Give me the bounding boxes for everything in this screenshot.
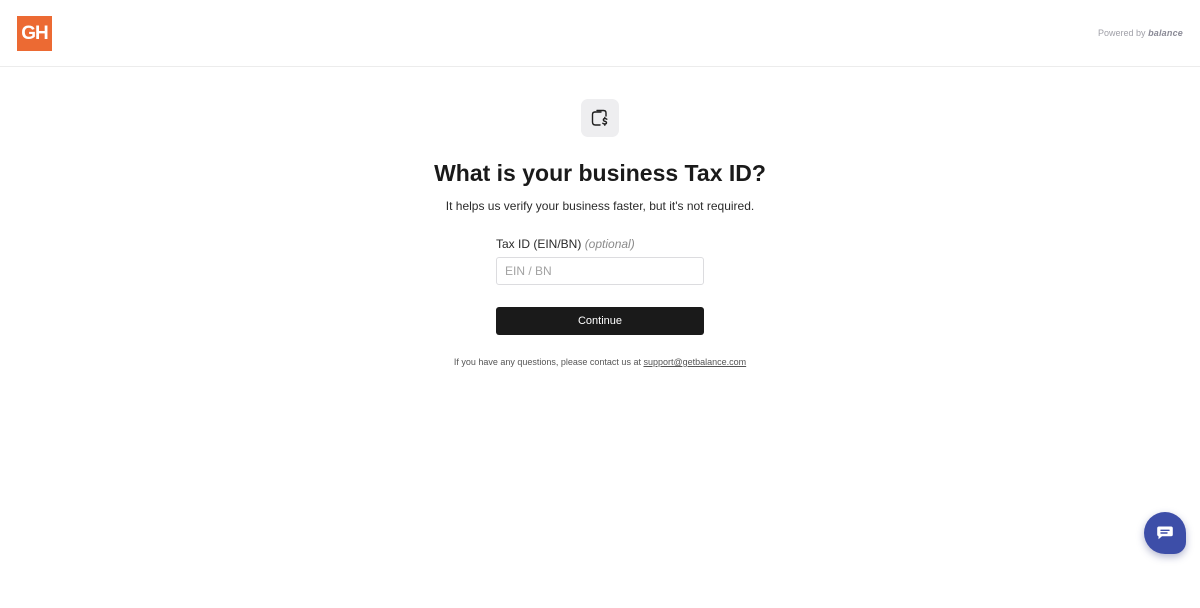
page-title: What is your business Tax ID?	[434, 160, 766, 186]
help-text-prefix: If you have any questions, please contac…	[453, 357, 641, 367]
chat-icon	[1157, 526, 1173, 540]
powered-by-prefix: Powered by	[1098, 28, 1146, 38]
balance-brand[interactable]: balance	[1148, 28, 1183, 38]
support-email-link[interactable]: support@getbalance.com	[643, 357, 746, 367]
tax-id-label: Tax ID (EIN/BN) (optional)	[496, 237, 635, 251]
tax-id-input[interactable]	[496, 257, 704, 285]
powered-by: Powered by balance	[1098, 28, 1183, 38]
continue-button[interactable]: Continue	[496, 307, 704, 335]
help-text: If you have any questions, please contac…	[0, 357, 1200, 367]
tax-id-label-text: Tax ID (EIN/BN)	[496, 237, 582, 251]
page-subtitle: It helps us verify your business faster,…	[445, 199, 755, 213]
optional-hint: (optional)	[584, 237, 635, 251]
wallet-dollar-icon	[581, 99, 619, 137]
chat-launcher-button[interactable]	[1144, 512, 1186, 554]
header: GH Powered by balance	[0, 0, 1200, 67]
company-logo[interactable]: GH	[17, 16, 52, 51]
page: GH Powered by balance What is your busin…	[0, 0, 1200, 608]
